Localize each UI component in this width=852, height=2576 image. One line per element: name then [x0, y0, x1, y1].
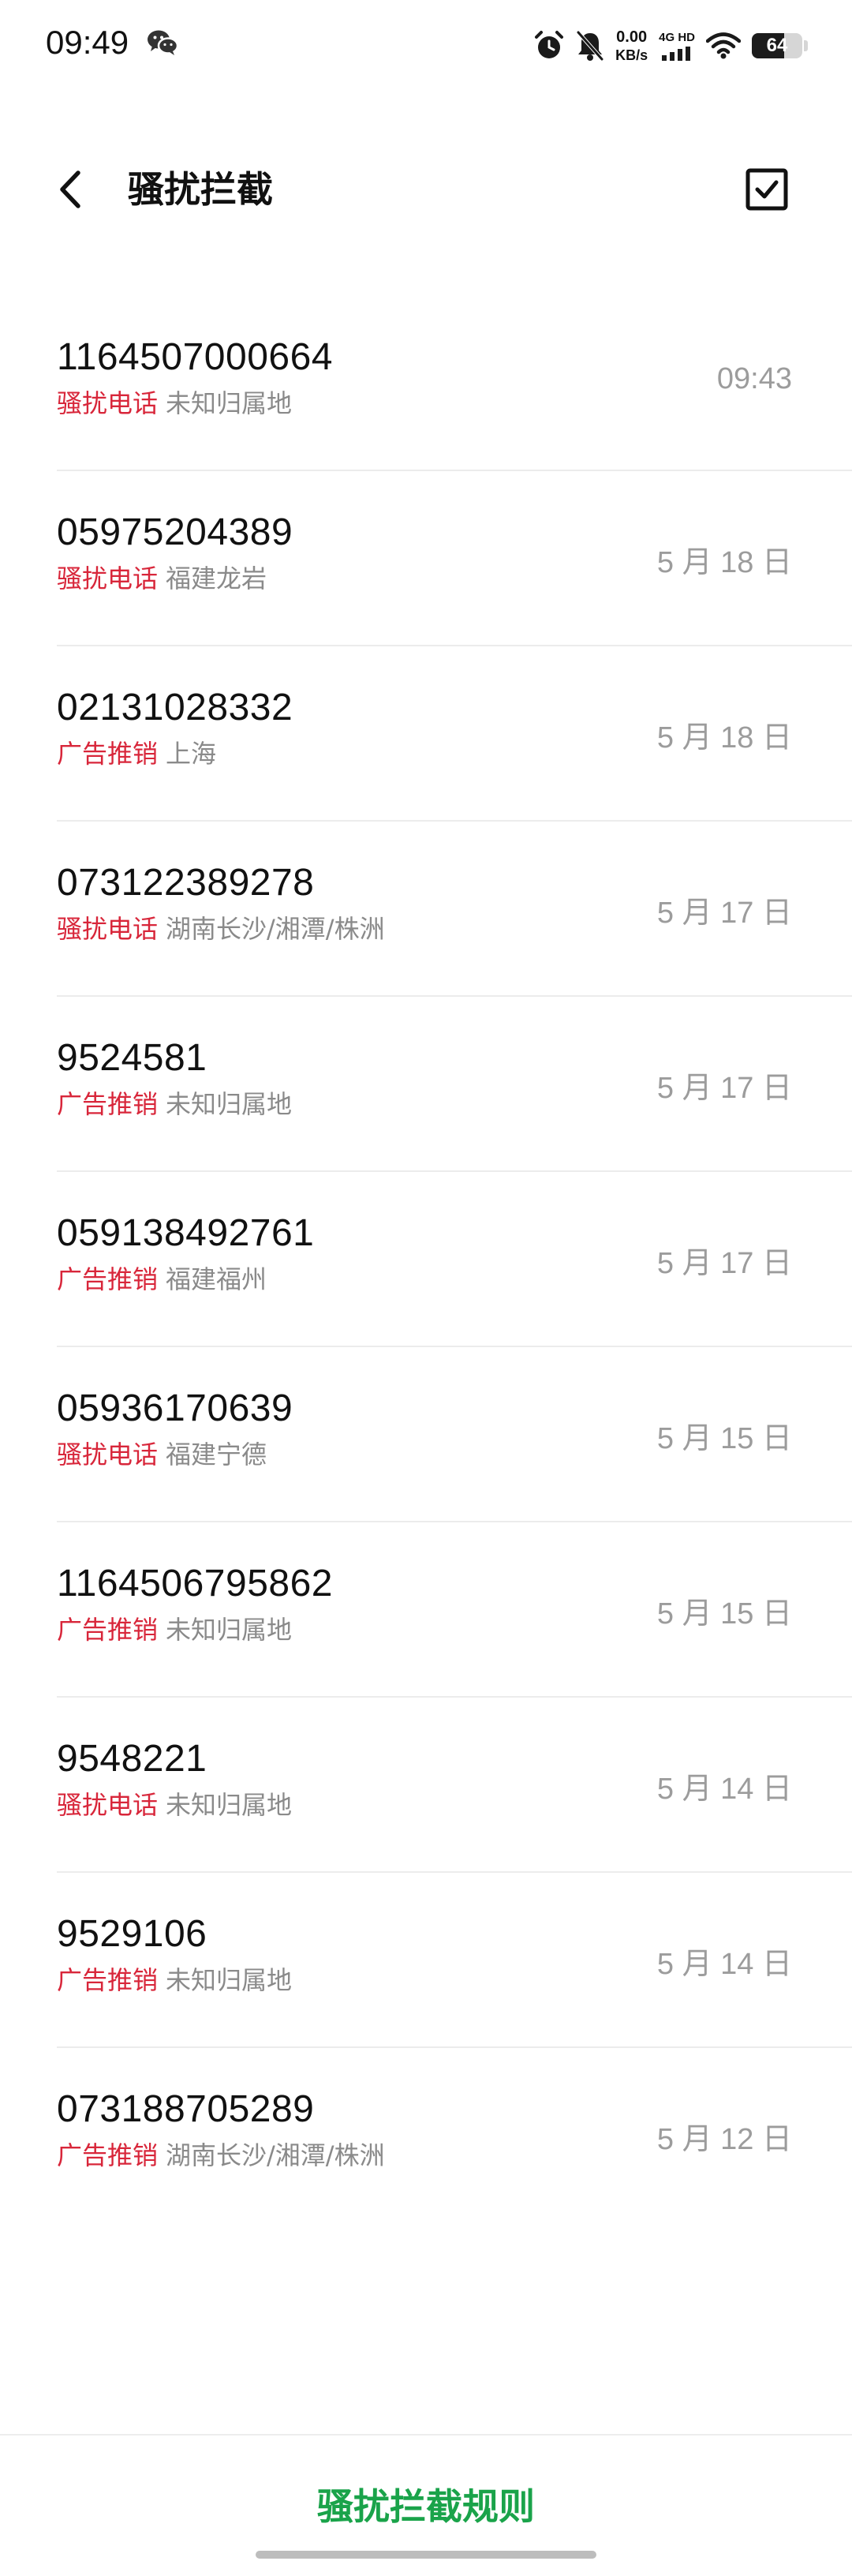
list-item[interactable]: 1164507000664 骚扰电话 未知归属地 09:43 [0, 296, 852, 471]
signal-icon [662, 46, 691, 61]
call-location: 福建福州 [166, 1264, 267, 1294]
select-mode-button[interactable] [742, 164, 792, 215]
call-date: 5 月 15 日 [656, 1597, 792, 1631]
call-location: 福建宁德 [166, 1440, 267, 1470]
call-location: 上海 [166, 739, 217, 769]
blocked-call-list: 1164507000664 骚扰电话 未知归属地 09:43 0597520438… [0, 296, 852, 2223]
blocking-rules-button[interactable]: 骚扰拦截规则 [0, 2478, 852, 2530]
call-tag: 广告推销 [57, 2140, 159, 2170]
status-bar: 09:49 0.00 KB/s 4G HD 64 [0, 0, 852, 95]
list-item[interactable]: 9529106 广告推销 未知归属地 5 月 14 日 [0, 1873, 852, 2048]
call-tag: 骚扰电话 [57, 1440, 159, 1470]
phone-number: 059138492761 [57, 1212, 315, 1254]
battery-level: 64 [766, 35, 788, 56]
net-speed-value: 0.00 [616, 28, 648, 46]
list-item[interactable]: 05936170639 骚扰电话 福建宁德 5 月 15 日 [0, 1347, 852, 1522]
call-meta: 广告推销 未知归属地 [57, 1614, 292, 1646]
call-location: 未知归属地 [166, 388, 293, 418]
call-meta: 广告推销 上海 [57, 738, 216, 769]
call-tag: 骚扰电话 [57, 388, 159, 418]
call-date: 5 月 14 日 [656, 1773, 792, 1806]
phone-number: 1164507000664 [57, 336, 333, 378]
header: 骚扰拦截 [0, 142, 852, 237]
call-tag: 广告推销 [57, 1615, 159, 1645]
call-meta: 广告推销 湖南长沙/湘潭/株洲 [57, 2140, 385, 2171]
call-date: 5 月 14 日 [656, 1948, 792, 1981]
list-item[interactable]: 9524581 广告推销 未知归属地 5 月 17 日 [0, 997, 852, 1172]
call-location: 湖南长沙/湘潭/株洲 [166, 914, 385, 944]
call-meta: 广告推销 未知归属地 [57, 1964, 292, 1996]
call-meta: 骚扰电话 未知归属地 [57, 388, 292, 419]
battery-icon: 64 [752, 33, 802, 58]
call-tag: 广告推销 [57, 739, 159, 769]
bottom-divider [0, 2434, 852, 2436]
phone-number: 073188705289 [57, 2088, 315, 2130]
checkbox-checked-icon [746, 168, 788, 211]
page-title: 骚扰拦截 [128, 168, 273, 211]
call-location: 未知归属地 [166, 1615, 293, 1645]
call-meta: 骚扰电话 未知归属地 [57, 1789, 292, 1821]
call-date: 5 月 17 日 [656, 897, 792, 930]
cellular-signal: 4G HD [659, 32, 695, 61]
home-indicator [256, 2551, 596, 2559]
net-speed-unit: KB/s [615, 47, 648, 63]
wifi-icon [706, 28, 741, 63]
call-tag: 广告推销 [57, 1965, 159, 1995]
phone-number: 05975204389 [57, 511, 293, 553]
list-item[interactable]: 02131028332 广告推销 上海 5 月 18 日 [0, 646, 852, 822]
call-tag: 广告推销 [57, 1089, 159, 1119]
list-item[interactable]: 05975204389 骚扰电话 福建龙岩 5 月 18 日 [0, 471, 852, 646]
call-date: 5 月 18 日 [656, 546, 792, 579]
call-location: 未知归属地 [166, 1965, 293, 1995]
list-item[interactable]: 073188705289 广告推销 湖南长沙/湘潭/株洲 5 月 12 日 [0, 2048, 852, 2223]
list-item[interactable]: 9548221 骚扰电话 未知归属地 5 月 14 日 [0, 1698, 852, 1873]
call-date: 5 月 12 日 [656, 2123, 792, 2156]
call-date: 5 月 15 日 [656, 1422, 792, 1455]
call-meta: 骚扰电话 福建宁德 [57, 1439, 267, 1470]
wechat-icon [147, 28, 179, 57]
list-item[interactable]: 1164506795862 广告推销 未知归属地 5 月 15 日 [0, 1522, 852, 1698]
phone-number: 9524581 [57, 1037, 207, 1079]
phone-number: 9548221 [57, 1738, 207, 1780]
call-location: 未知归属地 [166, 1089, 293, 1119]
bell-off-icon [576, 28, 604, 63]
call-date: 5 月 17 日 [656, 1072, 792, 1105]
call-location: 未知归属地 [166, 1790, 293, 1820]
call-tag: 骚扰电话 [57, 1790, 159, 1820]
list-item[interactable]: 059138492761 广告推销 福建福州 5 月 17 日 [0, 1172, 852, 1347]
net-speed: 0.00 KB/s [615, 29, 648, 62]
call-date: 09:43 [716, 362, 792, 395]
chevron-left-icon [60, 170, 80, 208]
phone-number: 9529106 [57, 1913, 207, 1955]
call-date: 5 月 18 日 [656, 721, 792, 754]
alarm-icon [533, 28, 565, 63]
call-date: 5 月 17 日 [656, 1247, 792, 1280]
phone-number: 1164506795862 [57, 1563, 333, 1604]
call-tag: 广告推销 [57, 1264, 159, 1294]
status-icons: 0.00 KB/s 4G HD 64 [533, 21, 808, 71]
call-meta: 骚扰电话 福建龙岩 [57, 563, 267, 594]
call-location: 湖南长沙/湘潭/株洲 [166, 2140, 385, 2170]
call-meta: 广告推销 福建福州 [57, 1264, 267, 1295]
call-location: 福建龙岩 [166, 564, 267, 593]
call-meta: 骚扰电话 湖南长沙/湘潭/株洲 [57, 913, 385, 945]
phone-number: 073122389278 [57, 862, 315, 904]
status-time: 09:49 [46, 24, 129, 61]
battery-cap [804, 40, 808, 51]
network-label: 4G HD [659, 30, 695, 44]
call-tag: 骚扰电话 [57, 564, 159, 593]
phone-number: 02131028332 [57, 687, 293, 728]
call-meta: 广告推销 未知归属地 [57, 1088, 292, 1120]
list-item[interactable]: 073122389278 骚扰电话 湖南长沙/湘潭/株洲 5 月 17 日 [0, 822, 852, 997]
back-button[interactable] [47, 166, 95, 213]
call-tag: 骚扰电话 [57, 914, 159, 944]
phone-number: 05936170639 [57, 1387, 293, 1429]
